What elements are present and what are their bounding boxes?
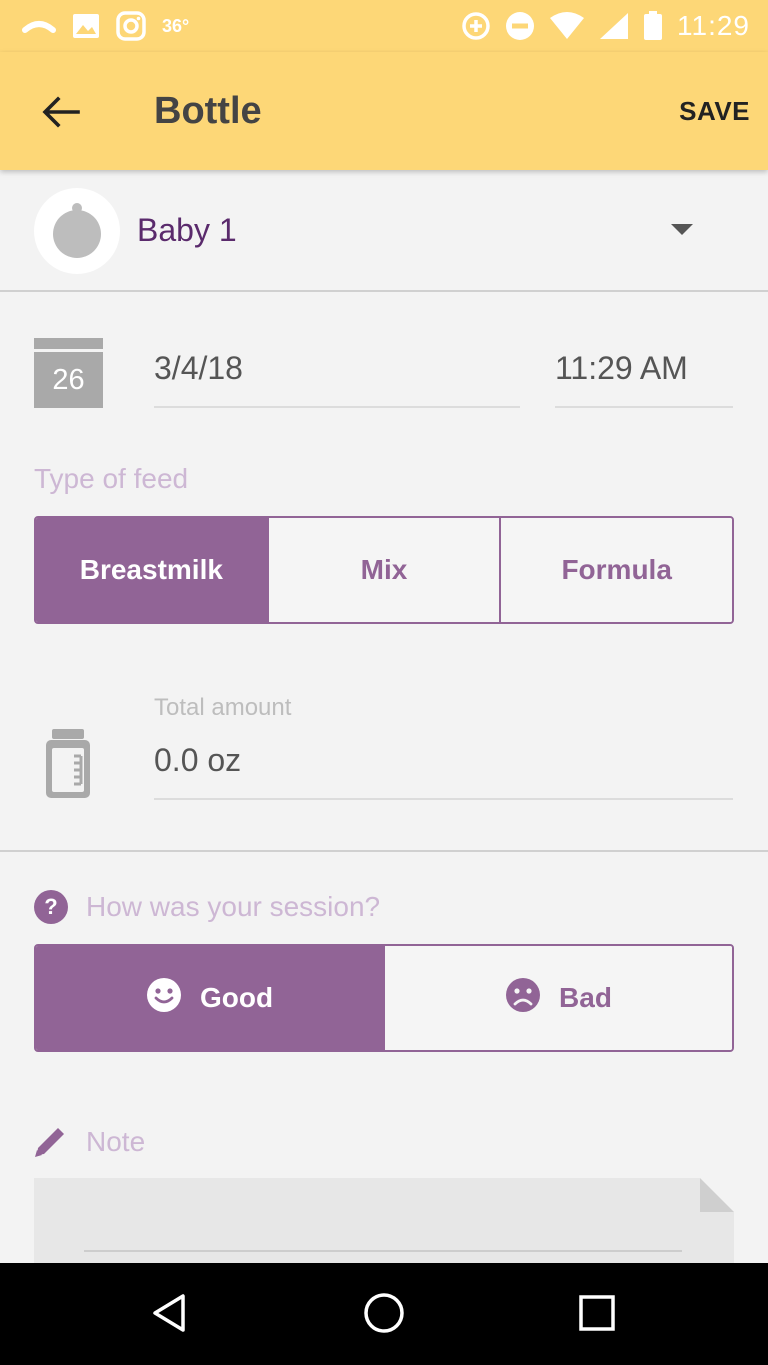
session-good-button[interactable]: Good bbox=[36, 946, 383, 1050]
circle-home-icon bbox=[363, 1292, 405, 1339]
baby-name: Baby 1 bbox=[137, 212, 237, 248]
nav-home-button[interactable] bbox=[362, 1292, 406, 1339]
signal-arc-icon bbox=[22, 16, 56, 36]
feed-option-breastmilk[interactable]: Breastmilk bbox=[36, 518, 267, 622]
chevron-down-icon[interactable] bbox=[671, 224, 693, 235]
note-corner-fold bbox=[700, 1178, 734, 1212]
nav-recents-button[interactable] bbox=[575, 1293, 619, 1337]
divider bbox=[0, 850, 768, 852]
bottle-icon bbox=[44, 728, 92, 805]
amount-underline bbox=[154, 798, 733, 800]
wifi-icon bbox=[549, 12, 585, 40]
session-good-label: Good bbox=[199, 982, 274, 1013]
pencil-icon bbox=[34, 1124, 68, 1163]
amount-label: Total amount bbox=[154, 694, 292, 721]
divider bbox=[0, 290, 768, 292]
session-rating-selector: Good Bad bbox=[34, 944, 734, 1052]
note-underline bbox=[84, 1250, 682, 1252]
avatar bbox=[34, 188, 120, 274]
time-underline bbox=[555, 406, 733, 408]
session-bad-button[interactable]: Bad bbox=[383, 946, 732, 1050]
date-field[interactable]: 3/4/18 bbox=[154, 350, 243, 387]
image-icon bbox=[72, 13, 100, 39]
frown-icon bbox=[505, 977, 541, 1020]
feed-type-label: Type of feed bbox=[34, 463, 189, 494]
baby-selector[interactable]: Baby 1 bbox=[0, 174, 768, 290]
battery-icon bbox=[643, 11, 663, 41]
note-input[interactable] bbox=[34, 1178, 734, 1268]
baby-face-icon bbox=[47, 198, 107, 265]
feed-option-formula[interactable]: Formula bbox=[499, 518, 732, 622]
session-question: How was your session? bbox=[86, 891, 381, 922]
temperature-text: 36° bbox=[162, 15, 190, 36]
arrow-left-icon bbox=[40, 94, 80, 135]
back-button[interactable] bbox=[36, 90, 84, 138]
session-bad-label: Bad bbox=[559, 982, 612, 1013]
page-title: Bottle bbox=[154, 90, 262, 132]
date-underline bbox=[154, 406, 520, 408]
amount-field[interactable]: 0.0 oz bbox=[154, 742, 241, 779]
feed-option-mix[interactable]: Mix bbox=[266, 518, 500, 622]
calendar-icon: 26 bbox=[34, 338, 104, 413]
app-bar: Bottle SAVE bbox=[0, 52, 768, 170]
do-not-disturb-icon bbox=[505, 11, 535, 41]
feed-type-selector: Breastmilk Mix Formula bbox=[34, 516, 734, 624]
save-button[interactable]: SAVE bbox=[679, 96, 750, 127]
square-recents-icon bbox=[578, 1294, 616, 1337]
nav-back-button[interactable] bbox=[148, 1293, 192, 1337]
note-label: Note bbox=[86, 1126, 146, 1157]
triangle-back-icon bbox=[150, 1293, 190, 1338]
status-bar: 36° 11:29 bbox=[0, 0, 768, 52]
status-right-icons: 11:29 bbox=[461, 0, 750, 52]
data-saver-icon bbox=[461, 11, 491, 41]
calendar-day: 26 bbox=[52, 364, 85, 396]
navigation-bar bbox=[0, 1263, 768, 1365]
cell-signal-icon bbox=[599, 12, 629, 40]
status-left-icons: 36° bbox=[22, 0, 189, 52]
smile-icon bbox=[146, 977, 182, 1020]
time-field[interactable]: 11:29 AM bbox=[555, 350, 688, 387]
question-icon[interactable]: ? bbox=[34, 890, 68, 924]
instagram-icon bbox=[116, 11, 146, 41]
status-time: 11:29 bbox=[677, 10, 750, 41]
